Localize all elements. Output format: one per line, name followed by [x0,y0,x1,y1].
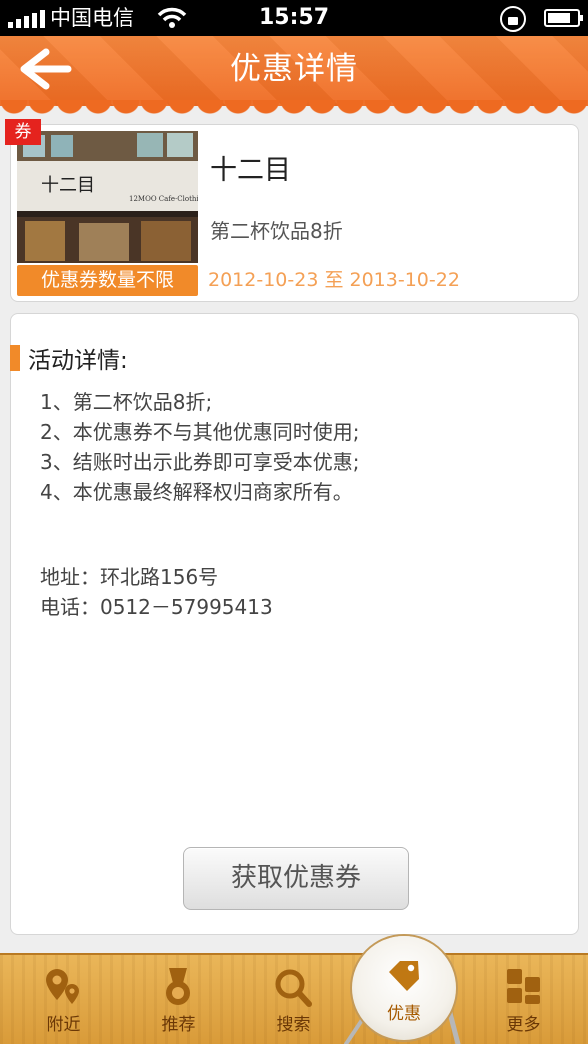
get-coupon-button[interactable]: 获取优惠券 [183,847,409,910]
rule-item: 1、第二杯饮品8折; [40,390,213,414]
section-heading: 活动详情: [10,341,128,375]
header-scallop-edge [0,100,588,122]
tab-label: 推荐 [161,1015,196,1035]
tab-more[interactable]: 更多 [465,955,582,1044]
tab-recommend[interactable]: 推荐 [120,955,237,1044]
tab-label: 搜索 [276,1015,311,1035]
rules-list: 1、第二杯饮品8折; 2、本优惠券不与其他优惠同时使用; 3、结账时出示此券即可… [40,387,359,507]
tab-bar: 附近 推荐 搜索 更多 [0,953,588,1044]
tab-label: 优惠 [387,1004,421,1024]
tab-label: 更多 [506,1015,541,1035]
rotation-lock-icon [500,6,526,32]
rule-item: 3、结账时出示此券即可享受本优惠; [40,450,360,474]
status-bar: 中国电信 15:57 [0,0,588,36]
details-heading: 活动详情: [28,348,128,374]
grid-icon [507,969,540,1004]
coupon-tag-badge: 券 [5,119,41,145]
store-sign: 十二目 [41,175,95,196]
battery-icon [544,9,583,27]
price-tag-icon [389,961,419,991]
tab-nearby[interactable]: 附近 [5,955,122,1044]
tab-deals-active[interactable]: 优惠 [352,936,456,1040]
tab-search[interactable]: 搜索 [235,955,352,1044]
validity-dates: 2012-10-23 至 2013-10-22 [208,269,460,291]
tab-label: 附近 [46,1015,81,1035]
store-name: 十二目 [210,155,291,186]
quantity-badge: 优惠券数量不限 [17,265,198,296]
nav-header: 优惠详情 [0,36,588,106]
heading-accent-bar [10,345,20,371]
address-text: 地址：环北路156号 [40,565,219,589]
details-card: 活动详情: 1、第二杯饮品8折; 2、本优惠券不与其他优惠同时使用; 3、结账时… [10,313,579,935]
magnifier-icon [275,969,312,1007]
page-title: 优惠详情 [230,51,358,87]
coupon-card[interactable]: 十二目 12MOO Cafe·Clothing 券 优惠券数量不限 十二目 第二… [5,119,579,302]
store-photo: 十二目 12MOO Cafe·Clothing [17,131,198,263]
rule-item: 4、本优惠最终解释权归商家所有。 [40,480,353,504]
rule-item: 2、本优惠券不与其他优惠同时使用; [40,420,360,444]
store-sign-english: 12MOO Cafe·Clothing [129,195,198,203]
location-pin-icon [46,969,79,1004]
discount-text: 第二杯饮品8折 [210,219,343,243]
phone-text[interactable]: 电话：0512－57995413 [40,592,273,622]
medal-icon [166,968,190,1005]
contact-info: 地址：环北路156号 电话：0512－57995413 [40,562,273,622]
